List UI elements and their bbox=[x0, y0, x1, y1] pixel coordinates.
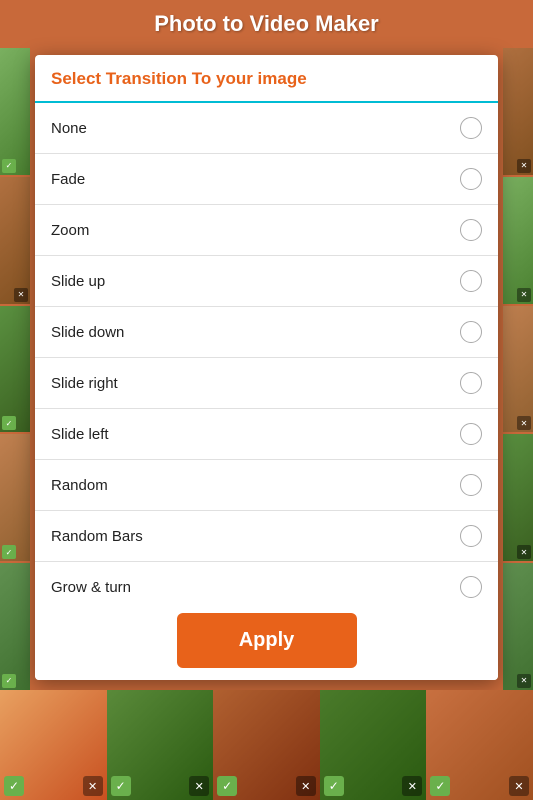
thumb-check: ✓ bbox=[324, 776, 344, 796]
bottom-thumb-2: ✓ ✕ bbox=[107, 690, 214, 800]
option-label: Fade bbox=[51, 171, 85, 188]
radio-button[interactable] bbox=[460, 576, 482, 598]
app-header: Photo to Video Maker bbox=[0, 0, 533, 48]
thumb-remove[interactable]: ✕ bbox=[296, 776, 316, 796]
radio-button[interactable] bbox=[460, 168, 482, 190]
thumb-remove[interactable]: ✕ bbox=[189, 776, 209, 796]
left-thumb-5: ✓ bbox=[0, 563, 30, 690]
option-row[interactable]: Slide down bbox=[35, 307, 498, 358]
thumb-remove[interactable]: ✕ bbox=[83, 776, 103, 796]
thumb-check: ✓ bbox=[111, 776, 131, 796]
radio-button[interactable] bbox=[460, 270, 482, 292]
options-list: None Fade Zoom Slide up Slide down Slide righ… bbox=[35, 103, 498, 601]
option-label: None bbox=[51, 120, 87, 137]
bottom-thumb-4: ✓ ✕ bbox=[320, 690, 427, 800]
radio-button[interactable] bbox=[460, 321, 482, 343]
right-thumb-5: ✕ bbox=[503, 563, 533, 690]
right-thumb-2: ✕ bbox=[503, 177, 533, 304]
right-thumb-4: ✕ bbox=[503, 434, 533, 561]
thumb-remove[interactable]: ✕ bbox=[509, 776, 529, 796]
left-thumb-1: ✓ bbox=[0, 48, 30, 175]
thumb-x-badge: ✕ bbox=[517, 288, 531, 302]
radio-button[interactable] bbox=[460, 423, 482, 445]
apply-button[interactable]: Apply bbox=[177, 613, 357, 668]
radio-button[interactable] bbox=[460, 117, 482, 139]
right-thumb-1: ✕ bbox=[503, 48, 533, 175]
option-row[interactable]: Random Bars bbox=[35, 511, 498, 562]
bottom-thumb-3: ✓ ✕ bbox=[213, 690, 320, 800]
option-row[interactable]: Slide right bbox=[35, 358, 498, 409]
radio-button[interactable] bbox=[460, 474, 482, 496]
dialog-footer: Apply bbox=[35, 601, 498, 680]
bottom-thumb-1: ✓ ✕ bbox=[0, 690, 107, 800]
option-label: Random Bars bbox=[51, 528, 143, 545]
thumb-x-badge: ✕ bbox=[517, 545, 531, 559]
app-title: Photo to Video Maker bbox=[154, 11, 379, 37]
thumb-check-badge: ✓ bbox=[2, 545, 16, 559]
option-label: Grow & turn bbox=[51, 579, 131, 596]
option-label: Random bbox=[51, 477, 108, 494]
right-thumb-3: ✕ bbox=[503, 306, 533, 433]
option-label: Slide down bbox=[51, 324, 124, 341]
thumb-x-badge: ✕ bbox=[517, 416, 531, 430]
thumb-x-badge: ✕ bbox=[517, 674, 531, 688]
thumb-remove[interactable]: ✕ bbox=[402, 776, 422, 796]
option-label: Zoom bbox=[51, 222, 89, 239]
left-thumb-3: ✓ bbox=[0, 306, 30, 433]
transition-dialog: Select Transition To your image None Fade… bbox=[35, 55, 498, 680]
option-row[interactable]: Fade bbox=[35, 154, 498, 205]
option-label: Slide up bbox=[51, 273, 105, 290]
dialog-title: Select Transition To your image bbox=[51, 69, 307, 88]
radio-button[interactable] bbox=[460, 525, 482, 547]
option-row[interactable]: Slide left bbox=[35, 409, 498, 460]
option-row[interactable]: Slide up bbox=[35, 256, 498, 307]
thumb-check: ✓ bbox=[217, 776, 237, 796]
option-row[interactable]: Random bbox=[35, 460, 498, 511]
radio-button[interactable] bbox=[460, 372, 482, 394]
option-row[interactable]: None bbox=[35, 103, 498, 154]
thumb-check: ✓ bbox=[4, 776, 24, 796]
left-thumb-2: ✕ bbox=[0, 177, 30, 304]
option-label: Slide right bbox=[51, 375, 118, 392]
thumb-x-badge: ✕ bbox=[14, 288, 28, 302]
bottom-thumbnail-row: ✓ ✕ ✓ ✕ ✓ ✕ ✓ ✕ ✓ ✕ bbox=[0, 690, 533, 800]
option-row[interactable]: Zoom bbox=[35, 205, 498, 256]
bottom-thumb-5: ✓ ✕ bbox=[426, 690, 533, 800]
side-thumbnails-left: ✓ ✕ ✓ ✓ ✓ bbox=[0, 48, 30, 690]
thumb-check-badge: ✓ bbox=[2, 674, 16, 688]
side-thumbnails-right: ✕ ✕ ✕ ✕ ✕ bbox=[503, 48, 533, 690]
option-row[interactable]: Grow & turn bbox=[35, 562, 498, 601]
thumb-check-badge: ✓ bbox=[2, 159, 16, 173]
thumb-x-badge: ✕ bbox=[517, 159, 531, 173]
left-thumb-4: ✓ bbox=[0, 434, 30, 561]
dialog-header: Select Transition To your image bbox=[35, 55, 498, 103]
thumb-check: ✓ bbox=[430, 776, 450, 796]
radio-button[interactable] bbox=[460, 219, 482, 241]
option-label: Slide left bbox=[51, 426, 109, 443]
thumb-check-badge: ✓ bbox=[2, 416, 16, 430]
